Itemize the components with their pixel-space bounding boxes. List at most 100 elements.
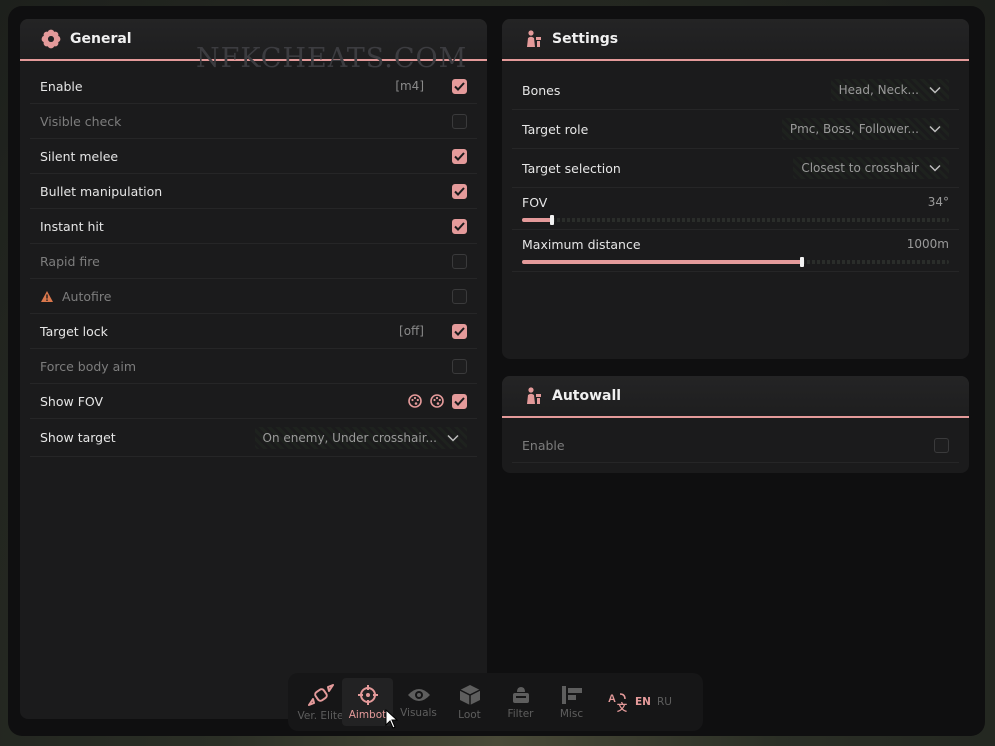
target-selection-row: Target selection Closest to crosshair [512, 149, 959, 188]
target-selection-value: Closest to crosshair [801, 161, 919, 175]
show-target-dropdown[interactable]: On enemy, Under crosshair... [254, 426, 467, 449]
target-selection-label: Target selection [522, 160, 621, 176]
bullet-manipulation-checkbox[interactable] [452, 183, 467, 199]
rapid-fire-checkbox[interactable] [452, 253, 467, 269]
target-role-row: Target role Pmc, Boss, Follower... [512, 110, 959, 149]
show-target-label: Show target [40, 430, 116, 445]
force-body-aim-row[interactable]: Force body aim [30, 349, 477, 384]
fov-slider-handle[interactable] [549, 215, 554, 225]
autofire-checkbox[interactable] [452, 288, 467, 304]
autowall-enable-label: Enable [522, 437, 565, 453]
max-distance-slider-row: Maximum distance 1000m [512, 230, 959, 272]
fov-slider[interactable] [522, 215, 949, 225]
target-role-dropdown[interactable]: Pmc, Boss, Follower... [781, 118, 949, 140]
bullet-manipulation-row[interactable]: Bullet manipulation [30, 174, 477, 209]
enable-checkbox[interactable] [452, 78, 467, 94]
language-switcher[interactable]: A 文 EN RU [607, 691, 672, 713]
max-distance-slider-fill [522, 260, 802, 264]
fov-slider-row: FOV 34° [512, 188, 959, 230]
bones-label: Bones [522, 82, 561, 98]
max-distance-value: 1000m [906, 237, 949, 251]
nav-misc[interactable]: Misc [546, 678, 597, 726]
visible-check-label: Visible check [40, 113, 122, 129]
bullet-manipulation-label: Bullet manipulation [40, 183, 163, 199]
silent-melee-row[interactable]: Silent melee [30, 139, 477, 174]
general-panel: General NFKCHEATS.COM Enable [m4] Visible … [20, 19, 487, 719]
show-target-row: Show target On enemy, Under crosshair... [30, 419, 477, 457]
settings-title: Settings [552, 31, 619, 47]
nav-label: Filter [507, 707, 534, 720]
silent-melee-label: Silent melee [40, 148, 119, 164]
misc-icon [561, 685, 582, 704]
warning-icon [41, 290, 53, 302]
fov-label: FOV [522, 195, 548, 210]
instant-hit-checkbox[interactable] [452, 218, 467, 234]
autowall-header: Autowall [502, 376, 969, 418]
bones-value: Head, Neck... [838, 83, 919, 97]
fov-value: 34° [927, 195, 949, 209]
target-selection-dropdown[interactable]: Closest to crosshair [793, 157, 949, 179]
visible-check-checkbox[interactable] [452, 113, 467, 129]
instant-hit-row[interactable]: Instant hit [30, 209, 477, 244]
enable-label: Enable [40, 78, 83, 94]
chevron-down-icon [929, 164, 941, 172]
bottom-nav: Ver. Elite Aimbot Visuals Loot Filter Mi… [288, 673, 703, 731]
target-lock-checkbox[interactable] [452, 323, 467, 339]
bones-dropdown[interactable]: Head, Neck... [830, 79, 949, 101]
autowall-enable-checkbox[interactable] [934, 437, 949, 453]
chevron-down-icon [929, 125, 941, 133]
box-icon [459, 684, 480, 705]
nav-label: Loot [458, 708, 481, 721]
fov-slider-fill [522, 218, 552, 222]
filter-icon [512, 686, 529, 703]
show-fov-row[interactable]: Show FOV [30, 384, 477, 419]
autofire-row[interactable]: Autofire [30, 279, 477, 314]
autowall-title: Autowall [552, 388, 622, 404]
max-distance-slider[interactable] [522, 257, 949, 267]
autowall-enable-row[interactable]: Enable [512, 428, 959, 463]
max-distance-label: Maximum distance [522, 237, 641, 252]
nav-visuals[interactable]: Visuals [393, 678, 444, 726]
translate-icon: A 文 [608, 693, 628, 713]
rapid-fire-label: Rapid fire [40, 253, 100, 269]
autowall-panel: Autowall Enable [502, 376, 969, 473]
target-role-value: Pmc, Boss, Follower... [789, 122, 919, 136]
max-distance-slider-handle[interactable] [799, 257, 804, 267]
nav-loot[interactable]: Loot [444, 678, 495, 726]
mouse-cursor-icon [385, 709, 399, 729]
target-role-label: Target role [522, 121, 589, 137]
show-fov-checkbox[interactable] [452, 393, 467, 409]
crosshair-icon [357, 684, 378, 705]
chevron-down-icon [929, 86, 941, 94]
lang-en[interactable]: EN [635, 696, 651, 708]
rapid-fire-row[interactable]: Rapid fire [30, 244, 477, 279]
keybind-label[interactable]: [m4] [395, 79, 424, 93]
force-body-aim-checkbox[interactable] [452, 358, 467, 374]
eye-icon [407, 688, 430, 701]
nav-label: Misc [559, 707, 584, 720]
nav-filter[interactable]: Filter [495, 678, 546, 726]
bones-row: Bones Head, Neck... [512, 71, 959, 110]
svg-text:A: A [608, 693, 616, 705]
general-title: General [70, 31, 132, 47]
nav-label: Aimbot [348, 708, 387, 721]
candy-icon [307, 683, 334, 706]
target-lock-label: Target lock [40, 323, 108, 339]
target-lock-row[interactable]: Target lock [off] [30, 314, 477, 349]
silent-melee-checkbox[interactable] [452, 148, 467, 164]
keybind-label[interactable]: [off] [399, 324, 424, 338]
person-target-icon [522, 385, 544, 407]
palette-icon[interactable] [430, 394, 444, 408]
palette-icon[interactable] [408, 394, 422, 408]
chevron-down-icon [447, 434, 459, 442]
visible-check-row[interactable]: Visible check [30, 104, 477, 139]
enable-row[interactable]: Enable [m4] [30, 69, 477, 104]
nav-ver-elite[interactable]: Ver. Elite [295, 678, 346, 726]
instant-hit-label: Instant hit [40, 218, 104, 234]
settings-panel: Settings Bones Head, Neck... Target role… [502, 19, 969, 359]
lang-ru[interactable]: RU [657, 696, 672, 708]
settings-header: Settings [502, 19, 969, 61]
person-target-icon [522, 28, 544, 50]
svg-text:文: 文 [617, 701, 628, 713]
flower-gear-icon [40, 28, 62, 50]
